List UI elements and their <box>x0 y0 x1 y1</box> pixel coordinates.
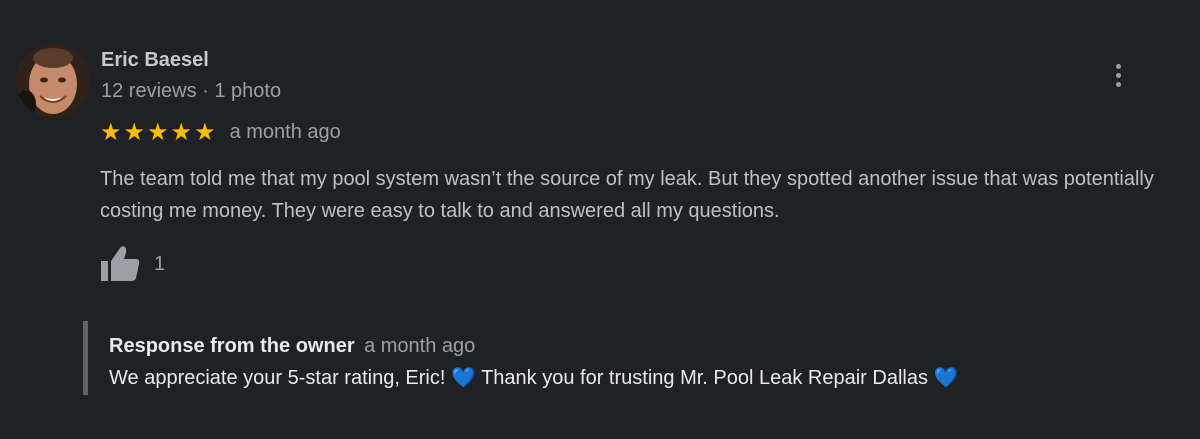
like-count: 1 <box>154 253 166 275</box>
star-icon: ★ <box>194 118 216 146</box>
owner-response: Response from the owner a month ago We a… <box>83 321 1088 395</box>
owner-response-label: Response from the owner <box>109 335 355 357</box>
avatar-photo <box>16 44 90 118</box>
owner-response-header: Response from the owner a month ago <box>109 334 475 360</box>
more-vert-icon <box>1115 72 1121 78</box>
star-rating: ★ ★ ★ ★ ★ <box>100 120 216 144</box>
author-meta[interactable]: 12 reviews · 1 photo <box>101 79 281 103</box>
thumbs-up-icon <box>101 246 140 281</box>
more-vert-icon <box>1115 63 1121 69</box>
review-text: The team told me that my pool system was… <box>100 168 1154 222</box>
more-options-button[interactable] <box>1105 59 1131 91</box>
rating-row: ★ ★ ★ ★ ★ a month ago <box>100 119 341 145</box>
star-icon: ★ <box>170 118 193 146</box>
more-vert-icon <box>1115 81 1121 87</box>
star-icon: ★ <box>147 118 169 146</box>
author-name[interactable]: Eric Baesel <box>101 48 209 72</box>
owner-response-date: a month ago <box>364 335 476 357</box>
star-icon: ★ <box>100 118 122 146</box>
owner-response-text: We appreciate your 5-star rating, Eric! … <box>109 367 959 389</box>
like-row: 1 <box>100 244 165 284</box>
star-icon: ★ <box>123 118 146 146</box>
like-button[interactable] <box>100 244 142 284</box>
avatar[interactable] <box>16 44 90 118</box>
review-date: a month ago <box>229 121 341 143</box>
